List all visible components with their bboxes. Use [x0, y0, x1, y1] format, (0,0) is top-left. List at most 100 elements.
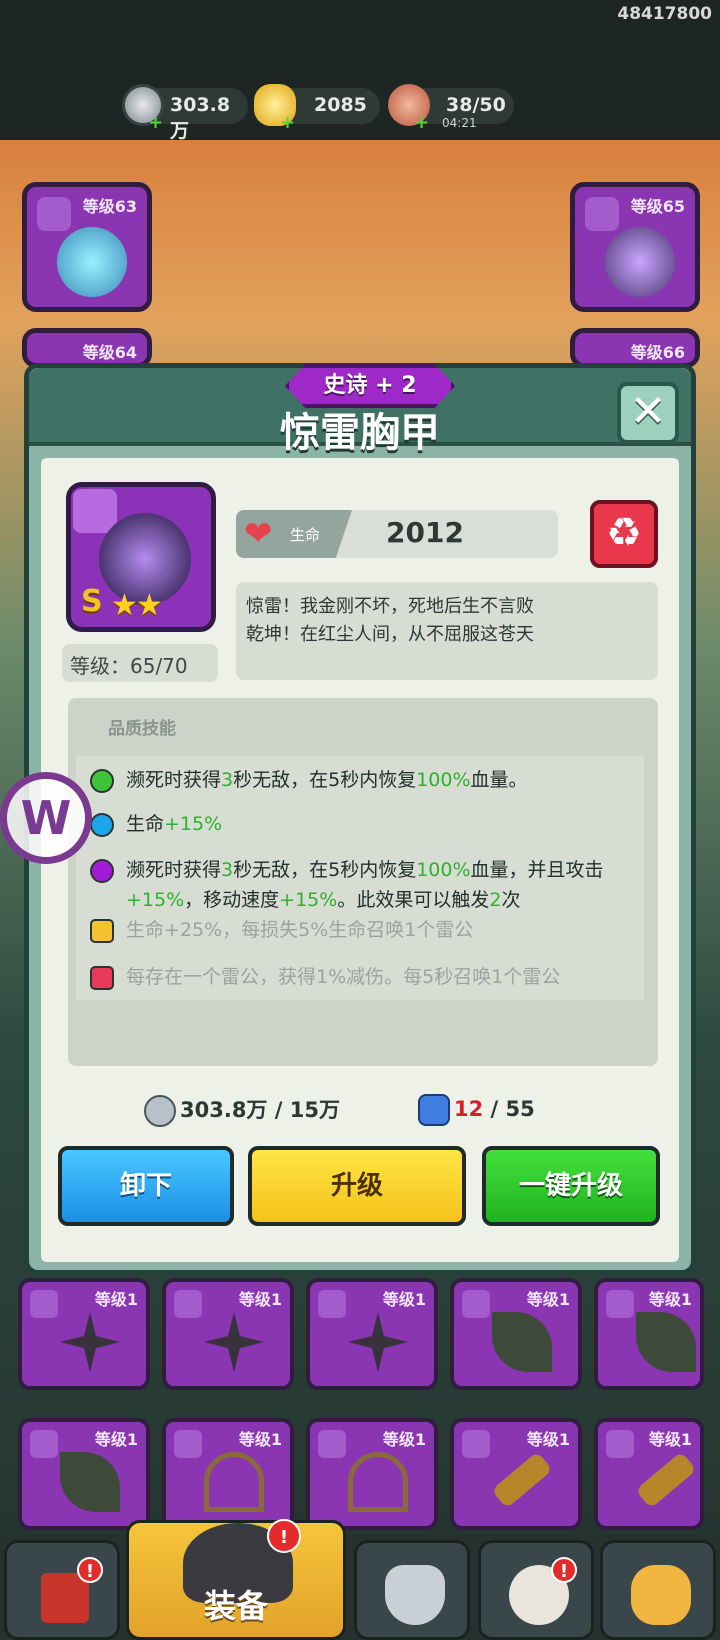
shield-icon [385, 1565, 445, 1625]
inventory-slot[interactable]: 等级1 [162, 1418, 294, 1530]
item-level-box: 等级：65/70 [62, 644, 218, 682]
stamina-timer: 04:21 [442, 116, 477, 130]
blue-dot-icon [90, 813, 114, 837]
armor-gem-icon [418, 1094, 450, 1126]
sword-icon [30, 1430, 58, 1458]
skill-part: 濒死时获得 [126, 859, 222, 881]
notification-badge: ! [77, 1557, 103, 1583]
notification-badge: ! [551, 1557, 577, 1583]
recycle-icon[interactable]: ♻ [590, 500, 658, 568]
skill-part: 秒无敌，在5秒内恢复 [233, 859, 417, 881]
skill-part: 次 [501, 889, 521, 911]
sword-icon [318, 1430, 346, 1458]
close-icon[interactable]: ✕ [617, 382, 679, 444]
slot-level: 等级1 [382, 1430, 426, 1449]
inventory-slot[interactable]: 等级1 [306, 1278, 438, 1390]
rarity-label: 史诗 + 2 [323, 373, 417, 398]
skill-highlight: 3 [221, 769, 234, 791]
crossbow-icon [204, 1452, 264, 1512]
sword-icon [462, 1290, 490, 1318]
armor-icon [585, 197, 619, 231]
sword-icon [174, 1290, 202, 1318]
slot-level: 等级1 [382, 1290, 426, 1309]
inventory-slot[interactable]: 等级1 [306, 1418, 438, 1530]
skill-text: 濒死时获得3秒无敌，在5秒内恢复100%血量。 [126, 765, 626, 795]
slot-level: 等级66 [630, 343, 685, 362]
slot-level: 等级1 [94, 1430, 138, 1449]
sword-icon [174, 1430, 202, 1458]
skill-text: 每存在一个雷公，获得1%减伤。每5秒召唤1个雷公 [126, 966, 561, 988]
item-title: 惊雷胸甲 [280, 410, 440, 456]
notification-badge: ! [267, 1519, 301, 1553]
add-silver-icon[interactable]: + [148, 114, 163, 132]
coin-cost: 303.8万 / 15万 [144, 1094, 340, 1127]
gold-value: 2085 [314, 94, 367, 116]
armor-type-icon [73, 489, 117, 533]
nav-pets[interactable]: ! [478, 1540, 594, 1640]
skill-part: 生命 [126, 813, 165, 835]
nav-shop[interactable]: ! [4, 1540, 120, 1640]
slot-level: 等级1 [526, 1290, 570, 1309]
skill-text: 濒死时获得3秒无敌，在5秒内恢复100%血量，并且攻击 +15%，移动速度+15%… [126, 855, 626, 915]
unequip-button[interactable]: 卸下 [58, 1146, 234, 1226]
armor-art-icon [605, 227, 675, 297]
equip-slot-fourth[interactable]: 等级66 [570, 328, 700, 368]
nav-equip[interactable]: ! 装备 [126, 1519, 346, 1640]
item-description: 惊雷！我金刚不坏，死地后生不言败 乾坤！在红尘人间，从不屈服这苍天 [236, 582, 658, 680]
inventory-slot[interactable]: 等级1 [450, 1278, 582, 1390]
equip-slot-third[interactable]: 等级64 [22, 328, 152, 368]
skill-text: 生命+25%，每损失5%生命召唤1个雷公 [126, 919, 474, 941]
slot-level: 等级1 [526, 1430, 570, 1449]
user-id: 48417800 [617, 4, 712, 24]
inventory-slot[interactable]: 等级1 [450, 1418, 582, 1530]
purple-dot-icon [90, 859, 114, 883]
gold-resource[interactable]: 2085 + [254, 84, 380, 132]
pistol-icon [635, 1451, 697, 1509]
description-line: 乾坤！在红尘人间，从不屈服这苍天 [246, 624, 534, 645]
equip-slot-weapon[interactable]: 等级63 [22, 182, 152, 312]
inventory-slot[interactable]: 等级1 [162, 1278, 294, 1390]
nav-equip-label: 装备 [203, 1587, 268, 1625]
upgrade-button[interactable]: 升级 [248, 1146, 466, 1226]
machete-icon [636, 1312, 696, 1372]
nav-upgrade[interactable] [600, 1540, 716, 1640]
upgrade-all-button[interactable]: 一键升级 [482, 1146, 660, 1226]
stat-value: 2012 [386, 516, 464, 549]
lock-icon [90, 919, 114, 943]
slot-level: 等级64 [82, 343, 137, 362]
green-dot-icon [90, 769, 114, 793]
silver-resource[interactable]: 303.8万 + [122, 84, 248, 142]
skill-part: 秒无敌，在5秒内恢复 [233, 769, 417, 791]
skill-part: 。此效果可以触发 [337, 889, 490, 911]
skill-highlight: +15% [279, 889, 338, 911]
skill-highlight: 100% [416, 859, 471, 881]
stamina-value: 38/50 [446, 94, 506, 116]
sword-icon [606, 1430, 634, 1458]
skill-part: 血量，并且攻击 [470, 859, 604, 881]
add-stamina-icon[interactable]: + [414, 114, 429, 132]
slot-level: 等级1 [648, 1430, 692, 1449]
shuriken-icon [204, 1312, 264, 1372]
skills-title: 品质技能 [108, 719, 176, 739]
skill-highlight: 3 [221, 859, 234, 881]
skill-part: ，移动速度 [184, 889, 280, 911]
shuriken-icon [60, 1312, 120, 1372]
nav-battle[interactable] [354, 1540, 470, 1640]
silver-coin-icon [144, 1095, 176, 1127]
inventory-slot[interactable]: 等级1 [594, 1278, 704, 1390]
stat-label: 生命 [290, 526, 321, 544]
slot-level: 等级1 [648, 1290, 692, 1309]
gem-cost: 12 / 55 [418, 1094, 535, 1126]
inventory-slot[interactable]: 等级1 [18, 1278, 150, 1390]
add-gold-icon[interactable]: + [280, 114, 295, 132]
skill-part: 血量。 [470, 769, 528, 791]
heart-icon: ❤ [244, 514, 273, 554]
shuriken-icon [348, 1312, 408, 1372]
skill-highlight: 100% [416, 769, 471, 791]
gem-need: / 55 [483, 1097, 535, 1121]
equip-slot-armor[interactable]: 等级65 [570, 182, 700, 312]
inventory-slot[interactable]: 等级1 [594, 1418, 704, 1530]
machete-icon [60, 1452, 120, 1512]
inventory-slot[interactable]: 等级1 [18, 1418, 150, 1530]
slot-level: 等级1 [94, 1290, 138, 1309]
